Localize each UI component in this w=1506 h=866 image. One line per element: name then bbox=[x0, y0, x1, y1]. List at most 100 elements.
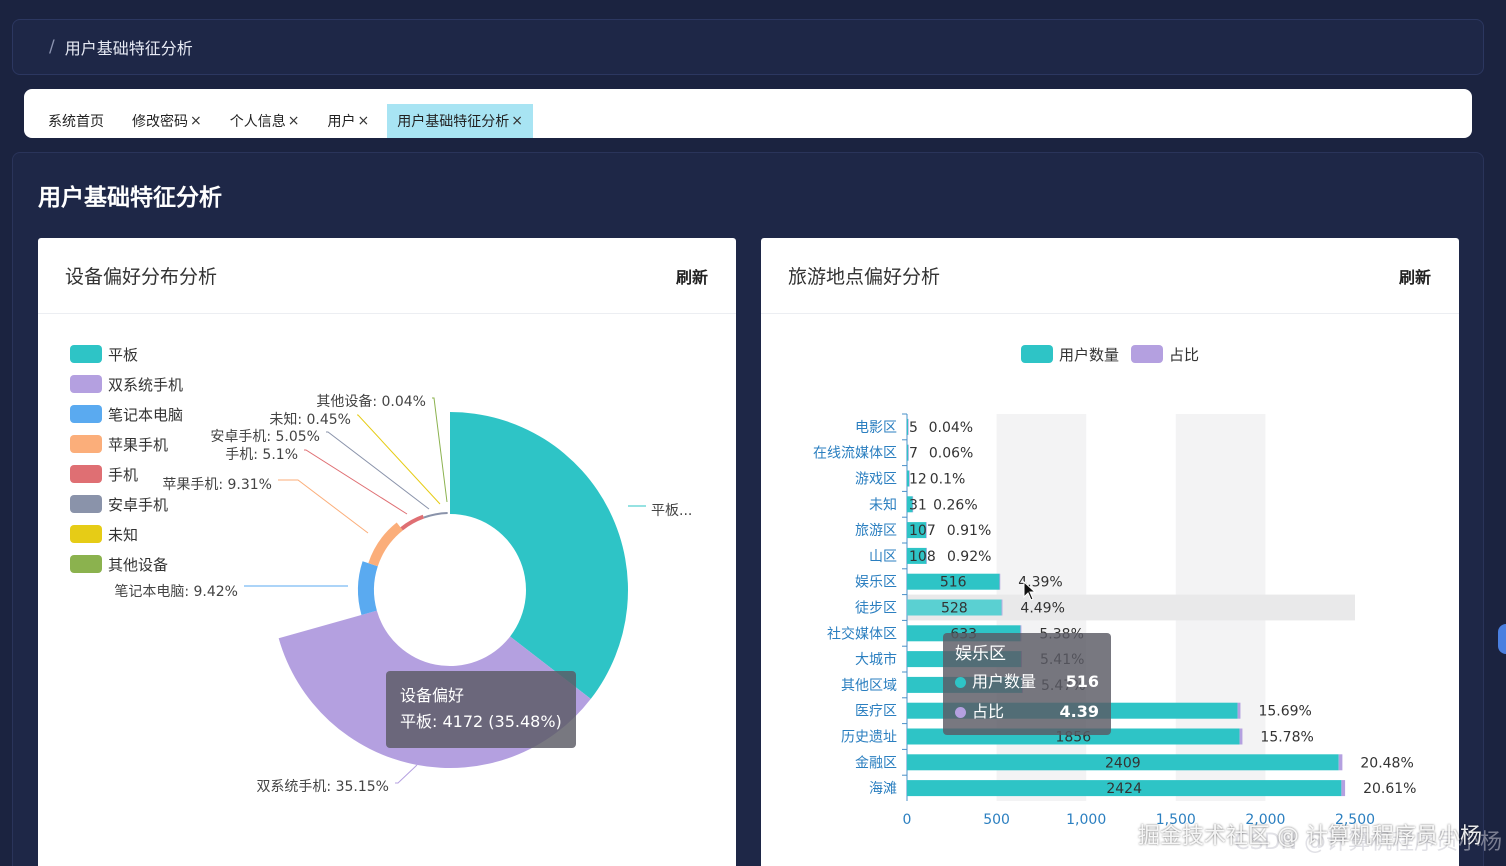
tab-close-icon[interactable]: × bbox=[288, 113, 300, 129]
legend-label[interactable]: 其他设备 bbox=[108, 556, 168, 574]
x-tick-label: 1,000 bbox=[1066, 812, 1106, 828]
device-refresh-button[interactable]: 刷新 bbox=[676, 264, 708, 288]
pie-slice[interactable] bbox=[423, 512, 448, 519]
bar-ratio-label: 0.04% bbox=[929, 420, 973, 436]
place-tooltip-row-count-value: 516 bbox=[1065, 672, 1099, 691]
bar-value-label: 2409 bbox=[1105, 755, 1141, 771]
bar-ratio-label: 15.78% bbox=[1260, 730, 1313, 746]
place-tooltip-row-ratio-value: 4.39 bbox=[1059, 702, 1099, 721]
legend-label[interactable]: 安卓手机 bbox=[108, 496, 168, 514]
device-card-header: 设备偏好分布分析 刷新 bbox=[38, 238, 736, 314]
slice-label: 笔记本电脑: 9.42% bbox=[114, 584, 238, 600]
bar-ratio-label: 0.1% bbox=[930, 472, 966, 488]
slice-label: 平板... bbox=[651, 503, 692, 519]
count-color-dot-icon bbox=[955, 676, 966, 688]
bar-ratio-label: 0.91% bbox=[947, 523, 991, 539]
slice-label: 苹果手机: 9.31% bbox=[162, 477, 272, 493]
slice-leader-line bbox=[395, 764, 418, 784]
bar-ratio[interactable] bbox=[1001, 599, 1003, 616]
pie-slice[interactable] bbox=[450, 412, 629, 699]
slice-leader-line bbox=[304, 449, 408, 515]
bar-ratio-label: 20.61% bbox=[1363, 781, 1416, 797]
y-category-label: 旅游区 bbox=[855, 523, 897, 539]
device-card-title: 设备偏好分布分析 bbox=[65, 266, 218, 288]
place-tooltip-row-count-name: 用户数量 bbox=[972, 672, 1037, 691]
place-tooltip-title: 娱乐区 bbox=[955, 644, 1006, 664]
bar-ratio-label: 0.92% bbox=[947, 549, 991, 565]
tab-close-icon[interactable]: × bbox=[511, 113, 523, 129]
place-refresh-button[interactable]: 刷新 bbox=[1399, 264, 1431, 288]
device-tooltip-title: 设备偏好 bbox=[400, 686, 465, 705]
tab-item[interactable]: 用户 × bbox=[317, 104, 379, 138]
bar-ratio-label: 0.06% bbox=[929, 446, 973, 462]
legend-label[interactable]: 占比 bbox=[1169, 346, 1199, 364]
legend-swatch[interactable] bbox=[70, 525, 102, 543]
bar-ratio[interactable] bbox=[1338, 754, 1343, 771]
legend-swatch[interactable] bbox=[70, 405, 102, 423]
bar-value-label: 516 bbox=[940, 575, 967, 591]
y-category-label: 医疗区 bbox=[855, 704, 897, 720]
watermark: 掘金技术社区 @ 计算机程序员小杨 bbox=[1138, 824, 1482, 849]
bar-ratio[interactable] bbox=[1239, 728, 1243, 745]
slice-leader-line bbox=[326, 431, 430, 510]
bar-ratio[interactable] bbox=[1237, 702, 1241, 719]
side-scroll-handle[interactable] bbox=[1498, 624, 1506, 654]
pie-slice[interactable] bbox=[368, 522, 403, 567]
y-category-label: 游戏区 bbox=[855, 472, 897, 488]
bar-ratio-label: 15.69% bbox=[1258, 704, 1311, 720]
slice-label: 未知: 0.45% bbox=[269, 411, 351, 428]
bar-value-label: 107 bbox=[909, 523, 936, 539]
legend-swatch[interactable] bbox=[1021, 345, 1053, 363]
legend-swatch[interactable] bbox=[70, 375, 102, 393]
legend-swatch[interactable] bbox=[70, 555, 102, 573]
y-category-label: 金融区 bbox=[855, 755, 897, 771]
tab-close-icon[interactable]: × bbox=[357, 113, 369, 129]
tab-item[interactable]: 用户基础特征分析 × bbox=[387, 104, 533, 138]
bar-ratio-label: 0.26% bbox=[933, 497, 977, 513]
bar-value-label: 7 bbox=[909, 446, 918, 462]
bar-ratio[interactable] bbox=[1341, 780, 1346, 797]
place-tooltip-row-count: 用户数量 516 bbox=[955, 667, 1099, 697]
y-category-label: 大城市 bbox=[855, 651, 897, 668]
breadcrumb: / 用户基础特征分析 bbox=[12, 19, 1484, 75]
place-card-header: 旅游地点偏好分析 刷新 bbox=[761, 238, 1459, 314]
place-bar-chart: 电影区 5 0.04% 在线流媒体区 7 0.06% 游戏区 12 0.1% 未知 31 0.26% 旅… bbox=[813, 345, 1416, 828]
legend-swatch[interactable] bbox=[70, 465, 102, 483]
device-tooltip: 设备偏好 平板: 4172 (35.48%) bbox=[386, 671, 576, 748]
tab-item[interactable]: 系统首页 bbox=[38, 104, 114, 138]
tab-item[interactable]: 修改密码 × bbox=[122, 104, 212, 138]
legend-swatch[interactable] bbox=[70, 495, 102, 513]
y-category-label: 未知 bbox=[869, 496, 897, 513]
place-preference-card: 电影区 5 0.04% 在线流媒体区 7 0.06% 游戏区 12 0.1% 未知 31 0.26% 旅… bbox=[761, 238, 1459, 866]
pie-slice[interactable] bbox=[400, 514, 425, 531]
legend-swatch[interactable] bbox=[70, 345, 102, 363]
tab-item[interactable]: 个人信息 × bbox=[220, 104, 310, 138]
slice-label: 双系统手机: 35.15% bbox=[256, 779, 389, 795]
legend-swatch[interactable] bbox=[70, 435, 102, 453]
bar-ratio[interactable] bbox=[999, 573, 1001, 590]
y-category-label: 在线流媒体区 bbox=[813, 446, 897, 462]
legend-label[interactable]: 苹果手机 bbox=[108, 436, 168, 454]
legend-label[interactable]: 平板 bbox=[108, 346, 138, 364]
y-category-label: 历史遗址 bbox=[841, 730, 897, 746]
pie-slice[interactable] bbox=[358, 561, 378, 615]
tab-close-icon[interactable]: × bbox=[190, 113, 202, 129]
tab-label: 修改密码 bbox=[132, 114, 188, 130]
y-category-label: 徒步区 bbox=[855, 601, 897, 617]
legend-label[interactable]: 双系统手机 bbox=[108, 376, 183, 394]
breadcrumb-current[interactable]: 用户基础特征分析 bbox=[65, 35, 193, 59]
legend-label[interactable]: 笔记本电脑 bbox=[108, 406, 183, 424]
x-tick-label: 0 bbox=[903, 812, 912, 828]
place-tooltip-row-ratio: 占比 4.39 bbox=[955, 697, 1099, 727]
legend-label[interactable]: 手机 bbox=[108, 466, 138, 484]
bar-user-count[interactable] bbox=[907, 418, 908, 435]
device-pie-chart: 平板双系统手机笔记本电脑苹果手机手机安卓手机未知其他设备 平板... 双系统手机: … bbox=[70, 345, 692, 795]
y-category-label: 社交媒体区 bbox=[827, 625, 897, 642]
x-tick-label: 500 bbox=[983, 812, 1010, 828]
legend-label[interactable]: 未知 bbox=[108, 526, 138, 544]
bar-value-label: 2424 bbox=[1106, 781, 1142, 797]
slice-leader-line bbox=[278, 479, 369, 534]
legend-label[interactable]: 用户数量 bbox=[1059, 346, 1119, 364]
y-category-label: 电影区 bbox=[855, 420, 897, 436]
legend-swatch[interactable] bbox=[1131, 345, 1163, 363]
